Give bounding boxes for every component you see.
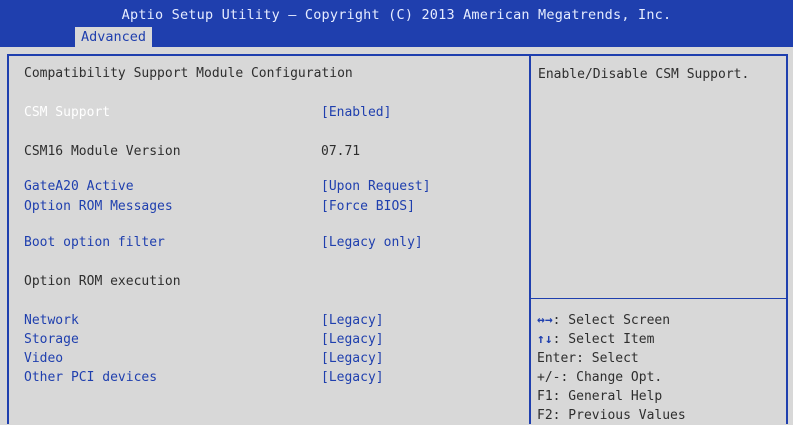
app-title: Aptio Setup Utility – Copyright (C) 2013… — [121, 7, 672, 23]
key-enter: Enter: Select — [537, 351, 639, 366]
left-right-arrows-icon: ↔→ — [537, 313, 553, 328]
video-value[interactable]: [Legacy] — [321, 350, 384, 368]
gatea20-label[interactable]: GateA20 Active — [24, 178, 134, 196]
option-rom-execution-heading: Option ROM execution — [24, 274, 181, 289]
key-select-item: ↑↓: Select Item — [537, 332, 655, 347]
key-change-opt: +/-: Change Opt. — [537, 370, 663, 385]
key-general-help: F1: General Help — [537, 389, 663, 404]
up-down-arrows-icon: ↑↓ — [537, 332, 553, 347]
csm16-version-value: 07.71 — [321, 144, 361, 159]
csm16-version-label: CSM16 Module Version — [24, 144, 181, 159]
key-select-screen: ↔→: Select Screen — [537, 313, 671, 328]
tab-advanced[interactable]: Advanced — [75, 27, 153, 47]
csm-support-value[interactable]: [Enabled] — [321, 104, 391, 122]
title-bar: Aptio Setup Utility – Copyright (C) 2013… — [0, 0, 793, 47]
panel-divider — [529, 54, 531, 424]
help-divider — [531, 298, 788, 299]
network-label[interactable]: Network — [24, 312, 79, 330]
video-label[interactable]: Video — [24, 350, 63, 368]
boot-option-filter-label[interactable]: Boot option filter — [24, 234, 165, 252]
other-pci-value[interactable]: [Legacy] — [321, 369, 384, 387]
other-pci-label[interactable]: Other PCI devices — [24, 369, 157, 387]
key-previous-values: F2: Previous Values — [537, 408, 686, 423]
key-legend: ↔→: Select Screen ↑↓: Select Item Enter:… — [537, 311, 686, 425]
gatea20-value[interactable]: [Upon Request] — [321, 178, 431, 196]
option-rom-messages-label[interactable]: Option ROM Messages — [24, 198, 173, 216]
option-rom-messages-value[interactable]: [Force BIOS] — [321, 198, 415, 216]
storage-label[interactable]: Storage — [24, 331, 79, 349]
network-value[interactable]: [Legacy] — [321, 312, 384, 330]
help-text: Enable/Disable CSM Support. — [538, 67, 750, 82]
section-title: Compatibility Support Module Configurati… — [24, 66, 353, 81]
csm-support-label[interactable]: CSM Support — [24, 104, 110, 122]
storage-value[interactable]: [Legacy] — [321, 331, 384, 349]
boot-option-filter-value[interactable]: [Legacy only] — [321, 234, 423, 252]
